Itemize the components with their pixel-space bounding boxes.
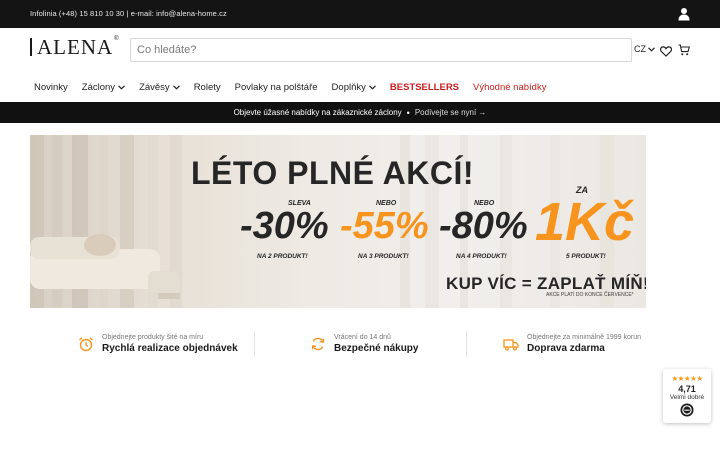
- language-selector[interactable]: CZ: [634, 44, 655, 54]
- refresh-icon: [311, 337, 325, 351]
- user-icon[interactable]: [678, 7, 690, 21]
- main-navigation: Novinky Záclony Závěsy Rolety Povlaky na…: [34, 80, 560, 94]
- benefit-text: Objednejte za minimálně 1999 korun Dopra…: [527, 334, 641, 354]
- offer-2-value: -55%: [340, 205, 429, 247]
- benefit-divider: [254, 331, 255, 357]
- offer-4-value: 1Kč: [535, 192, 635, 252]
- offer-3-value: -80%: [439, 205, 528, 247]
- benefit-safe-shopping: Vrácení do 14 dnů Bezpečné nákupy: [310, 331, 418, 357]
- benefit-text: Objednejte produkty šité na míru Rychlá …: [102, 334, 238, 354]
- benefit-free-shipping: Objednejte za minimálně 1999 korun Dopra…: [503, 331, 641, 357]
- alena-logo[interactable]: ALENA ®: [30, 36, 119, 58]
- chevron-down-icon: [648, 46, 655, 52]
- rating-label: Velmi dobré: [669, 394, 705, 401]
- offer-1-bottom: NA 2 PRODUKT!: [257, 253, 308, 260]
- contact-info: Infolinia (+48) 15 810 10 30 | e-mail: i…: [30, 9, 227, 18]
- language-label: CZ: [634, 44, 646, 54]
- benefit-text: Vrácení do 14 dnů Bezpečné nákupy: [334, 334, 418, 354]
- nav-item-zavesy[interactable]: Závěsy: [139, 82, 180, 93]
- promo-strip-text: Objevte úžasné nabídky na zákaznické zác…: [233, 108, 402, 117]
- benefit-title: Doprava zdarma: [527, 343, 605, 354]
- chevron-down-icon: [118, 84, 125, 90]
- nav-item-novinky[interactable]: Novinky: [34, 82, 68, 93]
- benefit-title: Rychlá realizace objednávek: [102, 343, 238, 354]
- trusted-rating-widget[interactable]: ★★★★★ 4,71 Velmi dobré: [663, 369, 711, 423]
- nav-item-zaclony[interactable]: Záclony: [82, 82, 125, 93]
- promo-strip[interactable]: Objevte úžasné nabídky na zákaznické zác…: [0, 102, 720, 123]
- offer-4-bottom: 5 PRODUKT!: [566, 253, 606, 260]
- offer-3-bottom: NA 4 PRODUKT!: [456, 253, 507, 260]
- heart-icon[interactable]: [659, 44, 673, 57]
- promo-strip-link[interactable]: Podívejte se nyní →: [415, 108, 487, 117]
- rating-stars: ★★★★★: [671, 374, 703, 383]
- hero-slogan: KUP VÍC = ZAPLAŤ MÍŇ!: [446, 274, 646, 293]
- rating-score: 4,71: [678, 384, 696, 394]
- hero-banner[interactable]: LÉTO PLNÉ AKCÍ! SLEVA -30% NA 2 PRODUKT!…: [30, 135, 646, 308]
- nav-item-bestsellers[interactable]: BESTSELLERS: [390, 82, 459, 93]
- nav-item-povlaky[interactable]: Povlaky na polštáře: [235, 82, 318, 93]
- promo-strip-separator: •: [406, 107, 410, 118]
- chevron-down-icon: [172, 84, 180, 90]
- benefit-subtitle: Objednejte produkty šité na míru: [102, 334, 204, 341]
- nav-item-rolety[interactable]: Rolety: [194, 82, 221, 93]
- hero-title: LÉTO PLNÉ AKCÍ!: [190, 155, 475, 191]
- offer-2-bottom: NA 3 PRODUKT!: [358, 253, 409, 260]
- cart-icon[interactable]: [678, 43, 691, 56]
- logo-text: ALENA: [37, 34, 114, 59]
- offer-1-value: -30%: [240, 205, 329, 247]
- alarm-clock-icon: [79, 337, 93, 352]
- benefit-title: Bezpečné nákupy: [334, 343, 419, 354]
- logo-registered-mark: ®: [114, 36, 119, 42]
- benefit-divider: [466, 331, 467, 357]
- sofa-image: [30, 234, 180, 299]
- search-input[interactable]: [130, 38, 632, 62]
- hero-note: AKCE PLATÍ DO KONCE ČERVENCE*: [546, 292, 634, 298]
- benefit-subtitle: Vrácení do 14 dnů: [334, 334, 391, 341]
- trusted-shops-badge-icon: [680, 403, 694, 417]
- chevron-down-icon: [368, 84, 376, 90]
- logo-bar: [30, 38, 32, 56]
- nav-item-doplnky[interactable]: Doplňky: [332, 82, 376, 93]
- delivery-truck-icon: [503, 339, 519, 351]
- benefit-fast-delivery: Objednejte produkty šité na míru Rychlá …: [78, 331, 238, 357]
- top-info-bar: Infolinia (+48) 15 810 10 30 | e-mail: i…: [0, 0, 720, 28]
- nav-item-vyhodne-nabidky[interactable]: Výhodné nabídky: [473, 82, 546, 93]
- benefit-subtitle: Objednejte za minimálně 1999 korun: [527, 334, 642, 341]
